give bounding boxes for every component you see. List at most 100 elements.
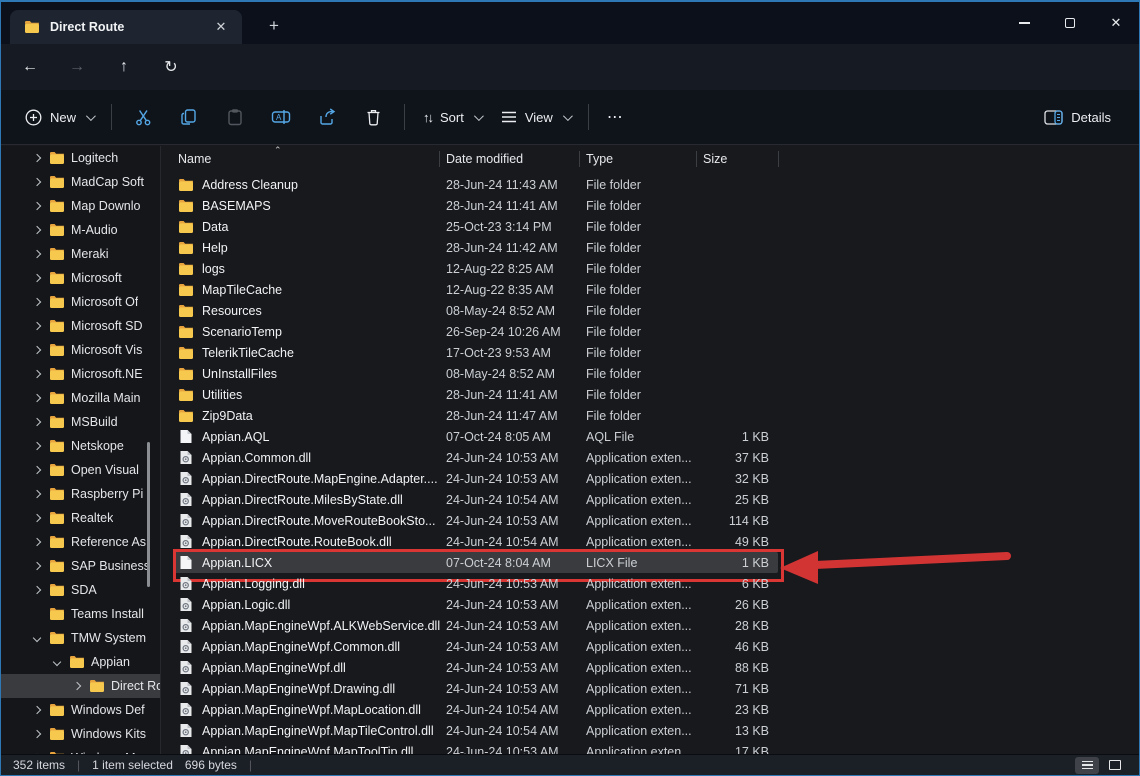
file-name-cell[interactable]: Appian.Logic.dll: [162, 597, 440, 612]
file-row[interactable]: Appian.MapEngineWpf.Common.dll 24-Jun-24…: [162, 636, 1140, 657]
more-options-button[interactable]: ⋯: [597, 107, 635, 127]
file-name-cell[interactable]: Appian.AQL: [162, 429, 440, 444]
rename-button[interactable]: A: [262, 100, 300, 134]
sidebar-tree-item[interactable]: MadCap Soft: [1, 170, 160, 194]
file-row[interactable]: Appian.DirectRoute.MoveRouteBookSto... 2…: [162, 510, 1140, 531]
file-name-cell[interactable]: Appian.MapEngineWpf.MapTileControl.dll: [162, 723, 440, 738]
tree-expand-chevron-icon[interactable]: [31, 419, 43, 425]
sidebar-tree-item[interactable]: Mozilla Main: [1, 386, 160, 410]
file-row[interactable]: Utilities 28-Jun-24 11:41 AM File folder: [162, 384, 1140, 405]
file-name-cell[interactable]: Resources: [162, 304, 440, 318]
tree-expand-chevron-icon[interactable]: [31, 155, 43, 161]
sidebar-tree-item[interactable]: Reference As: [1, 530, 160, 554]
refresh-button[interactable]: ↻: [153, 51, 189, 83]
file-name-cell[interactable]: Appian.DirectRoute.MapEngine.Adapter....: [162, 471, 440, 486]
file-row[interactable]: Data 25-Oct-23 3:14 PM File folder: [162, 216, 1140, 237]
file-name-cell[interactable]: MapTileCache: [162, 283, 440, 297]
minimize-button[interactable]: [1001, 2, 1047, 44]
file-name-cell[interactable]: Appian.MapEngineWpf.Common.dll: [162, 639, 440, 654]
sidebar-tree-item[interactable]: Microsoft.NE: [1, 362, 160, 386]
file-name-cell[interactable]: Appian.DirectRoute.MilesByState.dll: [162, 492, 440, 507]
view-button[interactable]: View: [491, 102, 580, 133]
file-row[interactable]: logs 12-Aug-22 8:25 AM File folder: [162, 258, 1140, 279]
tab-close-icon[interactable]: ✕: [210, 16, 232, 38]
file-name-cell[interactable]: BASEMAPS: [162, 199, 440, 213]
maximize-button[interactable]: [1047, 2, 1093, 44]
file-name-cell[interactable]: Appian.MapEngineWpf.ALKWebService.dll: [162, 618, 440, 633]
back-button[interactable]: ←: [12, 51, 48, 83]
tree-expand-chevron-icon[interactable]: [31, 323, 43, 329]
sidebar-tree-item[interactable]: Meraki: [1, 242, 160, 266]
file-name-cell[interactable]: Appian.Common.dll: [162, 450, 440, 465]
file-row[interactable]: UnInstallFiles 08-May-24 8:52 AM File fo…: [162, 363, 1140, 384]
file-name-cell[interactable]: Appian.DirectRoute.RouteBook.dll: [162, 534, 440, 549]
tree-expand-chevron-icon[interactable]: [31, 275, 43, 281]
forward-button[interactable]: →: [59, 51, 95, 83]
file-row[interactable]: Zip9Data 28-Jun-24 11:47 AM File folder: [162, 405, 1140, 426]
tree-expand-chevron-icon[interactable]: [31, 299, 43, 305]
sidebar-tree-item[interactable]: Logitech: [1, 146, 160, 170]
sidebar-tree-item[interactable]: M-Audio: [1, 218, 160, 242]
large-icons-view-toggle[interactable]: [1103, 757, 1127, 774]
sidebar-tree-item[interactable]: Open Visual: [1, 458, 160, 482]
tree-expand-chevron-icon[interactable]: [31, 491, 43, 497]
tree-expand-chevron-icon[interactable]: [31, 179, 43, 185]
sidebar-tree-item[interactable]: SDA: [1, 578, 160, 602]
column-header-name[interactable]: ⌃ Name: [162, 146, 440, 172]
new-tab-button[interactable]: +: [259, 11, 289, 41]
tree-expand-chevron-icon[interactable]: [31, 707, 43, 713]
tree-expand-chevron-icon[interactable]: [51, 659, 63, 665]
tree-expand-chevron-icon[interactable]: [31, 395, 43, 401]
share-button[interactable]: [308, 100, 346, 134]
file-row[interactable]: Appian.DirectRoute.MilesByState.dll 24-J…: [162, 489, 1140, 510]
file-name-cell[interactable]: Appian.DirectRoute.MoveRouteBookSto...: [162, 513, 440, 528]
column-header-date-modified[interactable]: Date modified: [440, 146, 580, 172]
sidebar-tree-item[interactable]: Netskope: [1, 434, 160, 458]
file-row[interactable]: TelerikTileCache 17-Oct-23 9:53 AM File …: [162, 342, 1140, 363]
sidebar-tree-item[interactable]: Direct Rou: [1, 674, 160, 698]
file-row[interactable]: Appian.MapEngineWpf.dll 24-Jun-24 10:53 …: [162, 657, 1140, 678]
sidebar-tree-item[interactable]: Microsoft: [1, 266, 160, 290]
file-row[interactable]: Appian.AQL 07-Oct-24 8:05 AM AQL File 1 …: [162, 426, 1140, 447]
tree-expand-chevron-icon[interactable]: [31, 539, 43, 545]
up-button[interactable]: ↑: [106, 51, 142, 83]
column-header-type[interactable]: Type: [580, 146, 697, 172]
file-row[interactable]: Address Cleanup 28-Jun-24 11:43 AM File …: [162, 174, 1140, 195]
column-header-size[interactable]: Size: [697, 146, 779, 172]
sidebar-tree-item[interactable]: Microsoft Of: [1, 290, 160, 314]
file-row[interactable]: Appian.DirectRoute.MapEngine.Adapter....…: [162, 468, 1140, 489]
file-row[interactable]: Appian.Common.dll 24-Jun-24 10:53 AM App…: [162, 447, 1140, 468]
file-name-cell[interactable]: Appian.LICX: [162, 555, 440, 570]
file-row[interactable]: Appian.LICX 07-Oct-24 8:04 AM LICX File …: [162, 552, 1140, 573]
column-resize-handle[interactable]: [778, 151, 779, 167]
file-row[interactable]: BASEMAPS 28-Jun-24 11:41 AM File folder: [162, 195, 1140, 216]
tree-expand-chevron-icon[interactable]: [71, 683, 83, 689]
sidebar-tree-item[interactable]: TMW System: [1, 626, 160, 650]
sidebar-tree-item[interactable]: Windows Kits: [1, 722, 160, 746]
file-row[interactable]: Resources 08-May-24 8:52 AM File folder: [162, 300, 1140, 321]
sidebar-tree-item[interactable]: Microsoft Vis: [1, 338, 160, 362]
file-row[interactable]: Appian.Logging.dll 24-Jun-24 10:53 AM Ap…: [162, 573, 1140, 594]
file-name-cell[interactable]: UnInstallFiles: [162, 367, 440, 381]
tree-expand-chevron-icon[interactable]: [31, 251, 43, 257]
sidebar-tree-item[interactable]: Appian: [1, 650, 160, 674]
file-name-cell[interactable]: Zip9Data: [162, 409, 440, 423]
tree-expand-chevron-icon[interactable]: [31, 587, 43, 593]
file-name-cell[interactable]: Appian.MapEngineWpf.Drawing.dll: [162, 681, 440, 696]
sidebar-tree-item[interactable]: SAP Business: [1, 554, 160, 578]
sidebar-tree-item[interactable]: Realtek: [1, 506, 160, 530]
copy-button[interactable]: [170, 100, 208, 134]
tree-expand-chevron-icon[interactable]: [31, 203, 43, 209]
file-row[interactable]: ScenarioTemp 26-Sep-24 10:26 AM File fol…: [162, 321, 1140, 342]
sidebar-tree-item[interactable]: Raspberry Pi: [1, 482, 160, 506]
sidebar-tree-item[interactable]: Map Downlo: [1, 194, 160, 218]
sort-button[interactable]: ↑↓ Sort: [413, 102, 491, 133]
cut-button[interactable]: [124, 100, 162, 134]
details-pane-button[interactable]: Details: [1034, 102, 1121, 133]
file-name-cell[interactable]: Appian.Logging.dll: [162, 576, 440, 591]
paste-button[interactable]: [216, 100, 254, 134]
tree-expand-chevron-icon[interactable]: [31, 635, 43, 641]
sidebar-tree-item[interactable]: Teams Install: [1, 602, 160, 626]
file-row[interactable]: Appian.DirectRoute.RouteBook.dll 24-Jun-…: [162, 531, 1140, 552]
file-name-cell[interactable]: ScenarioTemp: [162, 325, 440, 339]
